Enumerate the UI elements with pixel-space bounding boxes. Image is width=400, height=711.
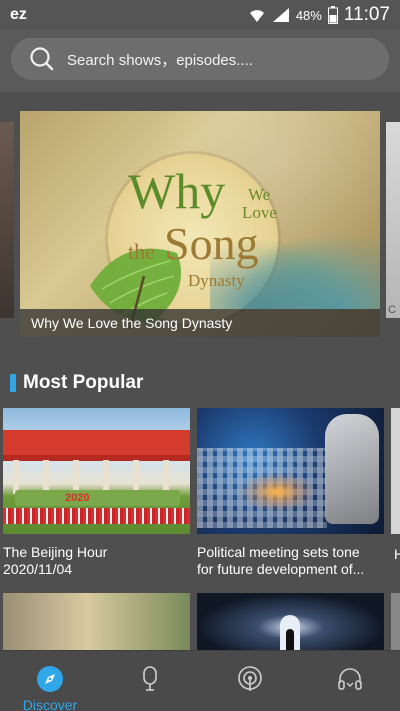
episode-card-beijing-hour[interactable]: 2020 The Beijing Hour 2020/11/04	[3, 408, 190, 578]
nav-podcast[interactable]	[200, 651, 300, 711]
card-thumbnail: 2020	[3, 408, 190, 534]
bottom-navigation: Discover	[0, 650, 400, 711]
flower-bed	[15, 490, 180, 506]
featured-art-title: Why We Love the Song Dynasty	[128, 166, 298, 290]
header: Search shows，episodes....	[0, 30, 400, 92]
clock: 11:07	[343, 4, 390, 25]
episode-card-peek-title: H	[394, 546, 400, 562]
featured-caption: Why We Love the Song Dynasty	[20, 309, 380, 337]
section-title: Most Popular	[23, 372, 144, 393]
building-roof	[3, 430, 190, 456]
carousel-next-label: C	[388, 304, 396, 316]
battery-icon	[327, 6, 338, 24]
art-song: Song	[164, 218, 259, 269]
search-icon	[29, 46, 55, 72]
episode-card-row2-right[interactable]	[197, 593, 384, 650]
nav-listen[interactable]	[300, 651, 400, 711]
search-input[interactable]: Search shows，episodes....	[67, 49, 253, 70]
person-silhouette	[286, 629, 294, 650]
search-bar[interactable]: Search shows，episodes....	[11, 38, 389, 80]
section-accent-bar	[10, 374, 16, 392]
microphone-icon	[136, 665, 164, 693]
nav-discover[interactable]: Discover	[0, 651, 100, 711]
episode-card-political-meeting[interactable]: Political meeting sets tone for future d…	[197, 408, 384, 578]
card-title-line1: Political meeting sets tone	[197, 544, 360, 560]
featured-carousel[interactable]: Why We Love the Song Dynasty Why We Love…	[0, 92, 400, 352]
crowd	[3, 508, 190, 524]
episode-card-row2-left[interactable]	[3, 593, 190, 650]
wifi-icon	[248, 7, 266, 23]
building-column	[13, 460, 19, 494]
episode-card-row2-peek[interactable]	[391, 593, 400, 650]
art-we: We	[248, 185, 271, 204]
discover-icon	[36, 665, 64, 693]
building-column	[163, 460, 169, 494]
card-title-line2: 2020/11/04	[3, 561, 73, 577]
art-dynasty: Dynasty	[188, 271, 245, 290]
building-column	[73, 460, 79, 494]
light-glow	[237, 472, 317, 512]
flower-bed-text: 2020	[65, 492, 90, 504]
signal-icon	[272, 7, 290, 23]
nav-microphone[interactable]	[100, 651, 200, 711]
card-title-line2: for future development of...	[197, 561, 365, 577]
featured-card[interactable]: Why We Love the Song Dynasty Why We Love…	[20, 111, 380, 337]
carousel-prev-card[interactable]	[0, 122, 14, 318]
building-column	[133, 460, 139, 494]
robotic-hand	[325, 414, 379, 524]
building-column	[43, 460, 49, 494]
section-header-most-popular: Most Popular	[10, 372, 143, 394]
art-the: the	[128, 239, 155, 264]
carousel-next-card[interactable]	[386, 122, 400, 318]
card-thumbnail	[197, 408, 384, 534]
nav-discover-label: Discover	[22, 697, 78, 711]
headphones-icon	[336, 665, 364, 693]
podcast-icon	[236, 665, 264, 693]
app-glyph: ez	[10, 6, 27, 23]
card-title-line1: The Beijing Hour	[3, 544, 108, 560]
episode-card-peek[interactable]	[391, 408, 400, 534]
building-eave	[3, 455, 190, 461]
status-bar: ez 48% 11:07	[0, 0, 400, 30]
battery-percent: 48%	[295, 7, 322, 23]
building-column	[103, 460, 109, 494]
